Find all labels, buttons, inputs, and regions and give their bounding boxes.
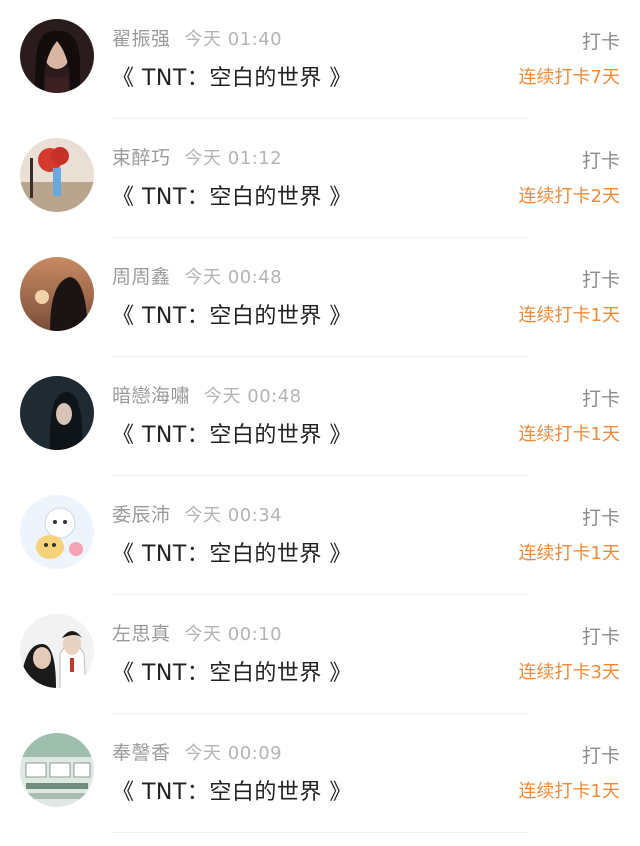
checkin-button[interactable]: 打卡 xyxy=(582,265,620,292)
timestamp: 今天 01:40 xyxy=(184,29,283,50)
checkin-button[interactable]: 打卡 xyxy=(582,27,620,54)
streak-label: 连续打卡1天 xyxy=(518,305,620,326)
avatar-image xyxy=(20,376,94,450)
timestamp: 今天 01:12 xyxy=(184,148,283,169)
checkin-button[interactable]: 打卡 xyxy=(582,503,620,530)
avatar-image xyxy=(20,257,94,331)
avatar[interactable] xyxy=(20,614,94,688)
avatar[interactable] xyxy=(20,138,94,212)
username: 翟振强 今天 01:40 xyxy=(112,28,283,50)
streak-label: 连续打卡2天 xyxy=(518,186,620,207)
book-title[interactable]: 《 TNT：空白的世界 》 xyxy=(112,655,352,687)
streak-label: 连续打卡1天 xyxy=(518,543,620,564)
username: 左思真 今天 00:10 xyxy=(112,623,283,645)
list-item[interactable]: 周周鑫 今天 00:48 《 TNT：空白的世界 》 打卡 连续打卡1天 xyxy=(0,238,640,357)
timestamp: 今天 00:34 xyxy=(184,505,283,526)
username: 束醉巧 今天 01:12 xyxy=(112,147,283,169)
checkin-button[interactable]: 打卡 xyxy=(582,741,620,768)
avatar[interactable] xyxy=(20,257,94,331)
avatar-image xyxy=(20,614,94,688)
avatar-image xyxy=(20,138,94,212)
checkin-button[interactable]: 打卡 xyxy=(582,146,620,173)
checkin-button[interactable]: 打卡 xyxy=(582,384,620,411)
book-title[interactable]: 《 TNT：空白的世界 》 xyxy=(112,298,352,330)
username: 暗戀海嘯 今天 00:48 xyxy=(112,385,302,407)
streak-label: 连续打卡3天 xyxy=(518,662,620,683)
book-title[interactable]: 《 TNT：空白的世界 》 xyxy=(112,179,352,211)
book-title[interactable]: 《 TNT：空白的世界 》 xyxy=(112,536,352,568)
list-item[interactable]: 束醉巧 今天 01:12 《 TNT：空白的世界 》 打卡 连续打卡2天 xyxy=(0,119,640,238)
list-item[interactable]: 左思真 今天 00:10 《 TNT：空白的世界 》 打卡 连续打卡3天 xyxy=(0,595,640,714)
checkin-button[interactable]: 打卡 xyxy=(582,622,620,649)
username: 委辰沛 今天 00:34 xyxy=(112,504,283,526)
book-title[interactable]: 《 TNT：空白的世界 》 xyxy=(112,417,352,449)
avatar[interactable] xyxy=(20,376,94,450)
username: 奉謦香 今天 00:09 xyxy=(112,742,283,764)
avatar[interactable] xyxy=(20,733,94,807)
timestamp: 今天 00:48 xyxy=(184,267,283,288)
list-item[interactable]: 暗戀海嘯 今天 00:48 《 TNT：空白的世界 》 打卡 连续打卡1天 xyxy=(0,357,640,476)
divider xyxy=(112,832,528,833)
streak-label: 连续打卡1天 xyxy=(518,424,620,445)
timestamp: 今天 00:10 xyxy=(184,624,283,645)
avatar[interactable] xyxy=(20,495,94,569)
username: 周周鑫 今天 00:48 xyxy=(112,266,283,288)
list-item[interactable]: 委辰沛 今天 00:34 《 TNT：空白的世界 》 打卡 连续打卡1天 xyxy=(0,476,640,595)
avatar-image xyxy=(20,495,94,569)
avatar-image xyxy=(20,19,94,93)
timestamp: 今天 00:09 xyxy=(184,743,283,764)
avatar[interactable] xyxy=(20,19,94,93)
book-title[interactable]: 《 TNT：空白的世界 》 xyxy=(112,60,352,92)
streak-label: 连续打卡7天 xyxy=(518,67,620,88)
book-title[interactable]: 《 TNT：空白的世界 》 xyxy=(112,774,352,806)
timestamp: 今天 00:48 xyxy=(204,386,302,407)
checkin-list: 翟振强 今天 01:40 《 TNT：空白的世界 》 打卡 连续打卡7天 束醉巧今… xyxy=(0,0,640,846)
streak-label: 连续打卡1天 xyxy=(518,781,620,802)
list-item[interactable]: 奉謦香 今天 00:09 《 TNT：空白的世界 》 打卡 连续打卡1天 xyxy=(0,714,640,833)
avatar-image xyxy=(20,733,94,807)
list-item[interactable]: 翟振强 今天 01:40 《 TNT：空白的世界 》 打卡 连续打卡7天 xyxy=(0,0,640,119)
